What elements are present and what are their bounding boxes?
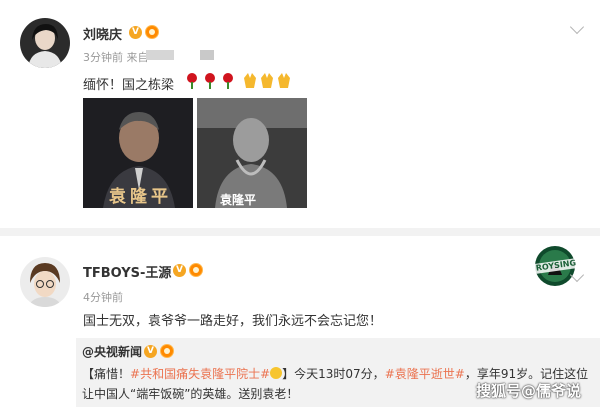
- weibo-post-1: 刘晓庆 V 3分钟前 来自 缅怀！国之栋梁 袁隆平 袁隆平: [0, 0, 600, 225]
- praying-hands-icon: [278, 73, 290, 88]
- post-text: 缅怀！国之栋梁: [83, 78, 175, 93]
- image-caption: 袁隆平: [220, 193, 257, 207]
- post-image-1[interactable]: 袁隆平: [83, 98, 193, 208]
- card-badge[interactable]: ROYSING: [527, 245, 585, 287]
- post-divider: [0, 228, 600, 236]
- rose-icon: [205, 73, 215, 89]
- rose-icon: [187, 73, 197, 89]
- avatar[interactable]: [20, 18, 70, 68]
- post-text: 国士无双，袁爷爷一路走好，我们永远不会忘记您！: [83, 314, 383, 329]
- image-caption: 袁隆平: [109, 187, 172, 207]
- blurred-mark: [200, 50, 214, 60]
- rose-icon: [223, 73, 233, 89]
- chevron-down-icon[interactable]: [569, 19, 585, 35]
- crying-emoji-icon: [270, 367, 283, 379]
- avatar[interactable]: [20, 257, 70, 307]
- post-image-2[interactable]: 袁隆平: [197, 98, 307, 208]
- verified-icon: V: [173, 264, 186, 277]
- verified-icon: V: [144, 345, 157, 358]
- vip-level-icon: [145, 25, 159, 39]
- emoji-row: [185, 72, 295, 90]
- post-time: 4分钟前: [83, 291, 123, 304]
- hashtag-link[interactable]: #共和国痛失袁隆平院士#: [130, 367, 270, 381]
- author-name[interactable]: TFBOYS-王源: [83, 262, 171, 281]
- repost-author[interactable]: @央视新闻: [82, 343, 142, 360]
- verified-icon: V: [129, 26, 142, 39]
- praying-hands-icon: [244, 73, 256, 88]
- author-name[interactable]: 刘晓庆: [83, 24, 122, 43]
- vip-level-icon: [189, 263, 203, 277]
- post-time: 3分钟前 来自: [83, 51, 149, 64]
- hashtag-link[interactable]: #袁隆平逝世#: [385, 367, 465, 381]
- blurred-source: [146, 50, 174, 60]
- repost-text-line2: 让中国人“端牢饭碗”的英雄。送别袁老！: [82, 387, 299, 401]
- vip-level-icon: [160, 344, 174, 358]
- praying-hands-icon: [261, 73, 273, 88]
- watermark: 搜狐号@儒爷说: [476, 382, 582, 400]
